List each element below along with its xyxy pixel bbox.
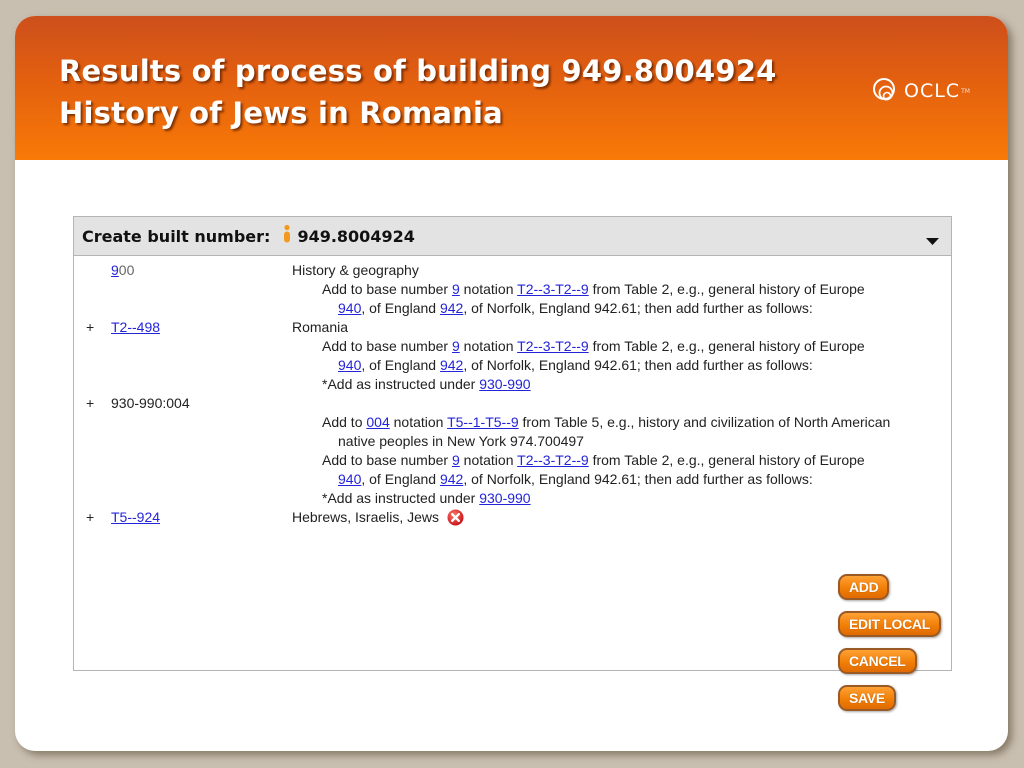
step-note: Add to 004 notation T5--1-T5--9 from Tab… bbox=[74, 413, 951, 432]
note-link[interactable]: 942 bbox=[440, 471, 463, 487]
note-text: *Add as instructed under bbox=[322, 376, 480, 392]
note-text: Add to bbox=[322, 414, 367, 430]
oclc-swirl-icon bbox=[871, 76, 901, 106]
plus-marker: + bbox=[86, 319, 95, 335]
note-text: *Add as instructed under bbox=[322, 490, 480, 506]
note-text: , of Norfolk, England 942.61; then add f… bbox=[463, 471, 813, 487]
cancel-button[interactable]: CANCEL bbox=[838, 648, 917, 674]
oclc-logo: OCLC TM bbox=[871, 74, 970, 108]
note-text: notation bbox=[459, 452, 518, 468]
note-link[interactable]: 940 bbox=[338, 357, 361, 373]
step-code-link[interactable]: T2--498 bbox=[111, 319, 160, 335]
note-text: , of England bbox=[361, 357, 440, 373]
triangle-down-icon bbox=[926, 238, 939, 245]
step-description: History & geography bbox=[292, 262, 419, 278]
note-link[interactable]: 004 bbox=[366, 414, 389, 430]
step-row: 900 History & geography bbox=[74, 261, 951, 280]
save-button[interactable]: SAVE bbox=[838, 685, 896, 711]
note-text: from Table 5, e.g., history and civiliza… bbox=[518, 414, 891, 430]
create-built-number-panel: Create built number: 949.8004924 900 His… bbox=[73, 216, 952, 711]
note-text: , of Norfolk, England 942.61; then add f… bbox=[463, 357, 813, 373]
step-code: 930-990:004 bbox=[111, 395, 190, 411]
note-text: notation bbox=[459, 338, 518, 354]
plus-marker: + bbox=[86, 395, 95, 411]
remove-x-icon[interactable] bbox=[447, 509, 464, 531]
person-icon bbox=[282, 224, 292, 248]
step-code-link[interactable]: T5--924 bbox=[111, 509, 160, 525]
note-link[interactable]: T2--3-T2--9 bbox=[517, 281, 589, 297]
note-text: notation bbox=[389, 414, 448, 430]
step-row: + 930-990:004 bbox=[74, 394, 951, 413]
step-note: 940, of England 942, of Norfolk, England… bbox=[74, 299, 951, 318]
note-link[interactable]: 940 bbox=[338, 300, 361, 316]
panel-header: Create built number: 949.8004924 bbox=[74, 217, 951, 256]
title-banner: Results of process of building 949.80049… bbox=[15, 16, 1008, 160]
trademark-mark: TM bbox=[961, 87, 970, 95]
step-row: + T2--498 Romania bbox=[74, 318, 951, 337]
note-link[interactable]: 9 bbox=[452, 281, 460, 297]
note-link[interactable]: 940 bbox=[338, 471, 361, 487]
slide-title-line-2: History of Jews in Romania bbox=[59, 96, 503, 130]
note-text: from Table 2, e.g., general history of E… bbox=[588, 281, 865, 297]
note-text: , of Norfolk, England 942.61; then add f… bbox=[463, 300, 813, 316]
note-text: , of England bbox=[361, 471, 440, 487]
note-text: native peoples in New York 974.700497 bbox=[338, 433, 584, 449]
step-note: 940, of England 942, of Norfolk, England… bbox=[74, 470, 951, 489]
step-description: Romania bbox=[292, 319, 349, 335]
step-note: *Add as instructed under 930-990 bbox=[74, 375, 951, 394]
step-note: Add to base number 9 notation T2--3-T2--… bbox=[74, 280, 951, 299]
note-link[interactable]: 9 bbox=[452, 452, 460, 468]
action-buttons: ADD EDIT LOCAL CANCEL SAVE bbox=[838, 574, 941, 722]
plus-marker: + bbox=[86, 509, 95, 525]
step-note: native peoples in New York 974.700497 bbox=[74, 432, 951, 451]
note-link[interactable]: 930-990 bbox=[479, 490, 530, 506]
note-link[interactable]: 9 bbox=[452, 338, 460, 354]
note-text: Add to base number bbox=[322, 281, 452, 297]
note-text: notation bbox=[459, 281, 518, 297]
note-text: from Table 2, e.g., general history of E… bbox=[588, 452, 865, 468]
dropdown-toggle[interactable] bbox=[926, 231, 939, 250]
step-code-rest: 00 bbox=[118, 262, 135, 278]
edit-local-button[interactable]: EDIT LOCAL bbox=[838, 611, 941, 637]
add-button[interactable]: ADD bbox=[838, 574, 890, 600]
note-text: from Table 2, e.g., general history of E… bbox=[588, 338, 865, 354]
note-link[interactable]: 942 bbox=[440, 357, 463, 373]
note-text: Add to base number bbox=[322, 452, 452, 468]
note-link[interactable]: T5--1-T5--9 bbox=[447, 414, 519, 430]
note-link[interactable]: 930-990 bbox=[479, 376, 530, 392]
step-note: Add to base number 9 notation T2--3-T2--… bbox=[74, 451, 951, 470]
step-code-link[interactable]: 9 bbox=[111, 262, 119, 278]
step-note: 940, of England 942, of Norfolk, England… bbox=[74, 356, 951, 375]
step-description: Hebrews, Israelis, Jews bbox=[292, 509, 440, 525]
step-row: + T5--924 Hebrews, Israelis, Jews bbox=[74, 508, 951, 527]
panel-header-label: Create built number: bbox=[82, 226, 271, 246]
note-link[interactable]: T2--3-T2--9 bbox=[517, 338, 589, 354]
oclc-logo-text: OCLC bbox=[904, 80, 961, 102]
slide-title: Results of process of building 949.80049… bbox=[59, 50, 776, 134]
note-link[interactable]: T2--3-T2--9 bbox=[517, 452, 589, 468]
built-number-value: 949.8004924 bbox=[297, 226, 415, 246]
note-link[interactable]: 942 bbox=[440, 300, 463, 316]
step-code: 900 bbox=[111, 261, 134, 280]
slide-title-line-1: Results of process of building 949.80049… bbox=[59, 54, 777, 88]
step-note: Add to base number 9 notation T2--3-T2--… bbox=[74, 337, 951, 356]
note-text: , of England bbox=[361, 300, 440, 316]
slide: Results of process of building 949.80049… bbox=[15, 16, 1008, 751]
note-text: Add to base number bbox=[322, 338, 452, 354]
step-note: *Add as instructed under 930-990 bbox=[74, 489, 951, 508]
